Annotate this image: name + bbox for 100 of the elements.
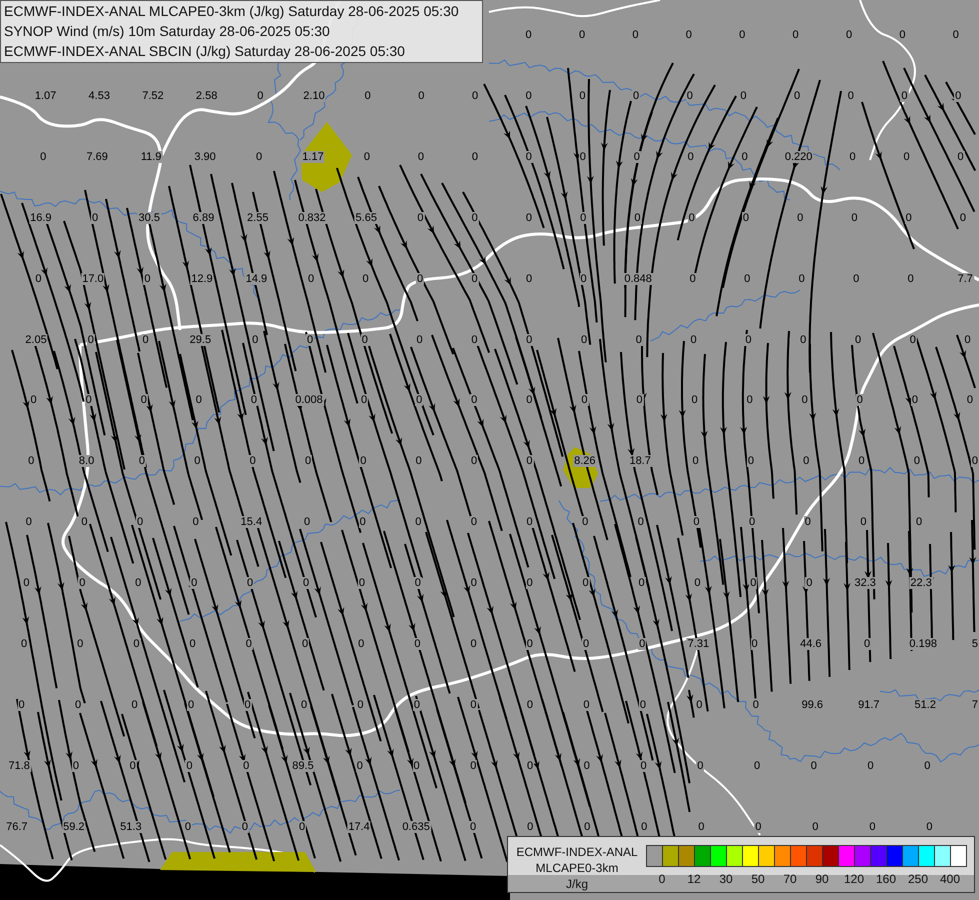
value-label: 0	[412, 698, 422, 711]
value-label: 0	[188, 638, 197, 650]
value-label: 0	[852, 272, 860, 285]
tick-label: 90	[815, 872, 829, 886]
tick-label: 0	[658, 872, 666, 886]
value-label: 2.05	[24, 334, 48, 346]
value-label: 11.9	[140, 150, 162, 163]
value-label: 0	[300, 698, 308, 711]
value-label: 0	[525, 272, 534, 285]
value-label: 0	[84, 394, 93, 406]
value-label: 3.90	[193, 150, 217, 163]
value-label: 0	[631, 29, 640, 41]
value-label: 0	[414, 516, 422, 528]
value-label: 0	[525, 455, 534, 468]
value-label: 0	[304, 455, 312, 468]
value-label: 0	[250, 394, 258, 406]
value-label: 0	[416, 272, 424, 285]
value-label: 0	[684, 29, 693, 41]
value-label: 0	[753, 760, 762, 772]
value-label: 0.848	[623, 272, 653, 285]
value-label: 0	[526, 820, 534, 833]
value-label: 5	[970, 638, 979, 650]
value-label: 0	[636, 516, 645, 528]
value-label: 0	[966, 394, 974, 406]
value-label: 0	[898, 29, 906, 41]
value-label: 51.2	[914, 698, 937, 711]
value-label: 0	[414, 577, 422, 590]
value-label: 0	[954, 90, 962, 102]
value-label: 0	[796, 212, 804, 224]
value-label: 0	[128, 760, 137, 772]
value-label: 0	[739, 90, 748, 102]
value-label: 0	[582, 698, 590, 711]
value-label: 0	[300, 638, 310, 650]
value-label: 0	[635, 394, 644, 406]
value-label: 89.5	[291, 760, 315, 772]
value-label: 0	[526, 577, 534, 590]
value-label: 0	[524, 90, 533, 102]
tick-label: 250	[908, 872, 928, 886]
value-label: 0	[39, 150, 48, 163]
value-label: 0	[578, 90, 586, 102]
value-label: 0	[20, 638, 28, 650]
value-label: 0	[582, 638, 590, 650]
value-label: 0	[906, 272, 915, 285]
value-label: 0	[697, 820, 706, 833]
value-label: 0	[18, 698, 26, 711]
value-label: 0	[580, 334, 588, 346]
value-label: 0	[27, 455, 36, 468]
value-label: 76.7	[5, 820, 28, 833]
value-label: 0	[24, 516, 33, 528]
value-label: 0	[524, 212, 534, 224]
value-label: 0	[360, 334, 369, 346]
value-label: 32.3	[853, 577, 877, 590]
value-label: 0	[802, 455, 810, 468]
value-label: 0	[846, 90, 855, 102]
value-label: 0	[526, 760, 534, 772]
value-label: 0	[900, 90, 909, 102]
value-label: 0	[858, 455, 866, 468]
value-label: 0	[192, 516, 200, 528]
value-label: 17.0	[81, 272, 105, 285]
value-label: 0	[302, 577, 310, 590]
legend-title: ECMWF-INDEX-ANAL	[516, 844, 638, 860]
value-label: 0	[742, 212, 750, 224]
value-label: 0	[800, 394, 809, 406]
value-label: 0	[904, 212, 913, 224]
value-label: 0	[633, 212, 642, 224]
value-label: 0	[30, 394, 38, 406]
value-label: 2.10	[302, 90, 326, 102]
value-label: 44.6	[799, 638, 822, 650]
value-label: 99.6	[800, 698, 824, 711]
value-label: 0	[910, 394, 919, 406]
value-label: 0	[470, 638, 478, 650]
value-label: 7.31	[686, 638, 710, 650]
value-label: 0	[136, 516, 144, 528]
value-label: 0	[469, 820, 478, 833]
value-label: 0	[469, 698, 478, 711]
value-label: 0	[744, 334, 752, 346]
value-label: 0	[184, 820, 192, 833]
value-label: 0	[364, 90, 372, 102]
value-label: 0	[743, 272, 752, 285]
value-label: 0	[140, 394, 148, 406]
value-label: 0	[925, 820, 934, 833]
value-label: 4.53	[88, 90, 111, 102]
value-label: 0	[638, 698, 647, 711]
value-label: 0	[856, 394, 864, 406]
value-label: 0	[914, 516, 924, 528]
value-label: 17.4	[347, 820, 371, 833]
value-label: 0	[525, 394, 534, 406]
value-label: 7	[970, 698, 979, 711]
value-label: 0	[417, 90, 426, 102]
value-label: 0.832	[297, 212, 327, 224]
value-label: 0	[469, 760, 478, 772]
value-label: 0	[638, 638, 646, 650]
value-label: 0	[746, 394, 754, 406]
value-label: 0	[848, 150, 857, 163]
value-label: 30.5	[138, 212, 161, 224]
value-label: 0	[749, 577, 758, 590]
value-label: 0	[804, 516, 812, 528]
value-label: 0	[357, 638, 366, 650]
value-label: 0	[416, 212, 425, 224]
value-label: 0	[413, 638, 422, 650]
